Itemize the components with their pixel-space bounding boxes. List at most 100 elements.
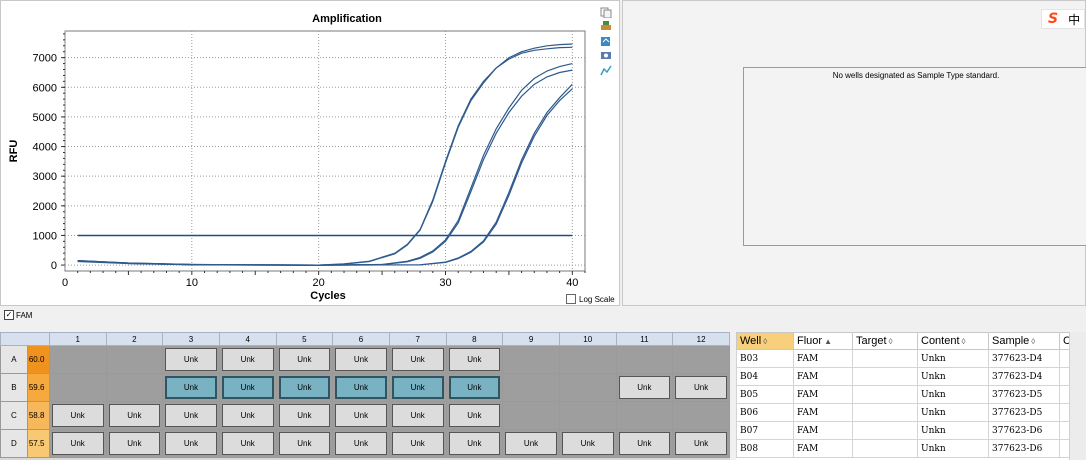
plate-column-header[interactable]: 4 — [218, 332, 277, 346]
well-button[interactable]: Unk — [448, 404, 501, 427]
plate-well[interactable]: Unk — [105, 429, 164, 458]
well-button-selected[interactable]: Unk — [221, 376, 274, 399]
trace-icon[interactable] — [600, 65, 612, 76]
plate-corner[interactable] — [0, 332, 50, 346]
sort-icon[interactable]: ▲ — [824, 337, 832, 346]
plate-well[interactable]: Unk — [332, 401, 390, 430]
well-button[interactable]: Unk — [51, 432, 104, 455]
well-button[interactable]: Unk — [335, 348, 387, 371]
plate-column-header[interactable]: 3 — [162, 332, 220, 346]
sort-icon[interactable]: ◊ — [763, 337, 767, 346]
plate-well[interactable]: Unk — [445, 345, 504, 374]
plate-well[interactable]: Unk — [162, 373, 220, 402]
sort-icon[interactable]: ◊ — [962, 337, 966, 346]
well-button[interactable]: Unk — [278, 404, 331, 427]
plate-well[interactable]: Unk — [615, 429, 674, 458]
plate-well[interactable]: Unk — [48, 429, 107, 458]
table-row[interactable]: B04FAMUnkn377623-D433.45 — [736, 367, 1086, 386]
plate-well[interactable]: Unk — [218, 429, 277, 458]
plate-column-header[interactable]: 2 — [105, 332, 164, 346]
plate-well[interactable] — [105, 345, 164, 374]
well-button[interactable]: Unk — [335, 404, 387, 427]
plate-well[interactable] — [502, 345, 560, 374]
plate-well[interactable] — [672, 401, 730, 430]
plate-well[interactable] — [105, 373, 164, 402]
plate-column-header[interactable]: 10 — [558, 332, 617, 346]
well-button-selected[interactable]: Unk — [165, 376, 217, 399]
plate-well[interactable]: Unk — [218, 401, 277, 430]
table-row[interactable]: B05FAMUnkn377623-D530.00 — [736, 385, 1086, 404]
well-button[interactable]: Unk — [618, 376, 671, 399]
plate-well[interactable]: Unk — [162, 401, 220, 430]
plate-well[interactable]: Unk — [615, 373, 674, 402]
plate-column-header[interactable]: 6 — [332, 332, 390, 346]
plate-column-header[interactable]: 8 — [445, 332, 504, 346]
plate-column-header[interactable]: 9 — [502, 332, 560, 346]
plate-well[interactable]: Unk — [388, 429, 447, 458]
well-button[interactable]: Unk — [391, 404, 444, 427]
column-header-well[interactable]: Well ◊ — [736, 332, 794, 350]
well-button[interactable]: Unk — [108, 432, 161, 455]
table-row[interactable]: B07FAMUnkn377623-D626.44 — [736, 421, 1086, 440]
well-button[interactable]: Unk — [278, 432, 331, 455]
well-button[interactable]: Unk — [221, 348, 274, 371]
plate-row-header[interactable]: D — [0, 429, 28, 458]
plate-row-header[interactable]: A — [0, 345, 28, 374]
well-button[interactable]: Unk — [505, 432, 557, 455]
plate-well[interactable]: Unk — [672, 373, 730, 402]
fluor-filter[interactable]: ✓ FAM — [4, 309, 32, 321]
plate-well[interactable]: Unk — [275, 345, 334, 374]
well-button[interactable]: Unk — [278, 348, 331, 371]
well-button-selected[interactable]: Unk — [391, 376, 444, 399]
table-row[interactable]: B06FAMUnkn377623-D529.98 — [736, 403, 1086, 422]
plate-well[interactable]: Unk — [445, 373, 504, 402]
well-button[interactable]: Unk — [165, 404, 217, 427]
plate-well[interactable] — [48, 345, 107, 374]
table-row[interactable]: B03FAMUnkn377623-D433.40 — [736, 349, 1086, 368]
well-button[interactable]: Unk — [165, 348, 217, 371]
plate-well[interactable]: Unk — [388, 345, 447, 374]
plate-well[interactable] — [502, 373, 560, 402]
well-button[interactable]: Unk — [51, 404, 104, 427]
plate-well[interactable]: Unk — [162, 345, 220, 374]
plate-well[interactable] — [672, 345, 730, 374]
column-header-sample[interactable]: Sample ◊ — [988, 332, 1060, 350]
well-button[interactable]: Unk — [675, 432, 727, 455]
ime-language-label[interactable]: 中 — [1068, 11, 1080, 28]
well-button[interactable]: Unk — [221, 404, 274, 427]
log-scale-checkbox[interactable] — [566, 294, 576, 304]
settings-icon[interactable] — [600, 50, 612, 61]
plate-well[interactable] — [558, 401, 617, 430]
sort-icon[interactable]: ◊ — [1031, 337, 1035, 346]
ime-toolbar[interactable]: S 中 — [1041, 9, 1085, 29]
log-scale-toggle[interactable]: Log Scale — [566, 294, 615, 304]
plate-well[interactable] — [615, 345, 674, 374]
plate-well[interactable]: Unk — [332, 345, 390, 374]
well-button[interactable]: Unk — [448, 348, 501, 371]
well-button-selected[interactable]: Unk — [448, 376, 501, 399]
plate-well[interactable]: Unk — [502, 429, 560, 458]
plate-well[interactable]: Unk — [48, 401, 107, 430]
plate-well[interactable]: Unk — [105, 401, 164, 430]
plate-column-header[interactable]: 1 — [48, 332, 107, 346]
plate-well[interactable]: Unk — [672, 429, 730, 458]
well-button[interactable]: Unk — [165, 432, 217, 455]
column-header-target[interactable]: Target ◊ — [852, 332, 918, 350]
plate-column-header[interactable]: 7 — [388, 332, 447, 346]
plate-well[interactable]: Unk — [332, 373, 390, 402]
plate-well[interactable] — [615, 401, 674, 430]
plate-well[interactable]: Unk — [332, 429, 390, 458]
copy-icon[interactable] — [600, 7, 612, 19]
plate-well[interactable]: Unk — [275, 373, 334, 402]
plate-well[interactable]: Unk — [388, 401, 447, 430]
well-button[interactable]: Unk — [561, 432, 614, 455]
plate-row-header[interactable]: B — [0, 373, 28, 402]
plate-column-header[interactable]: 12 — [672, 332, 730, 346]
print-icon[interactable] — [600, 21, 612, 32]
column-header-fluor[interactable]: Fluor ▲ — [793, 332, 853, 350]
plate-well[interactable] — [48, 373, 107, 402]
well-button-selected[interactable]: Unk — [335, 376, 387, 399]
well-button[interactable]: Unk — [221, 432, 274, 455]
plate-well[interactable]: Unk — [218, 373, 277, 402]
results-scrollbar[interactable] — [1069, 332, 1086, 460]
